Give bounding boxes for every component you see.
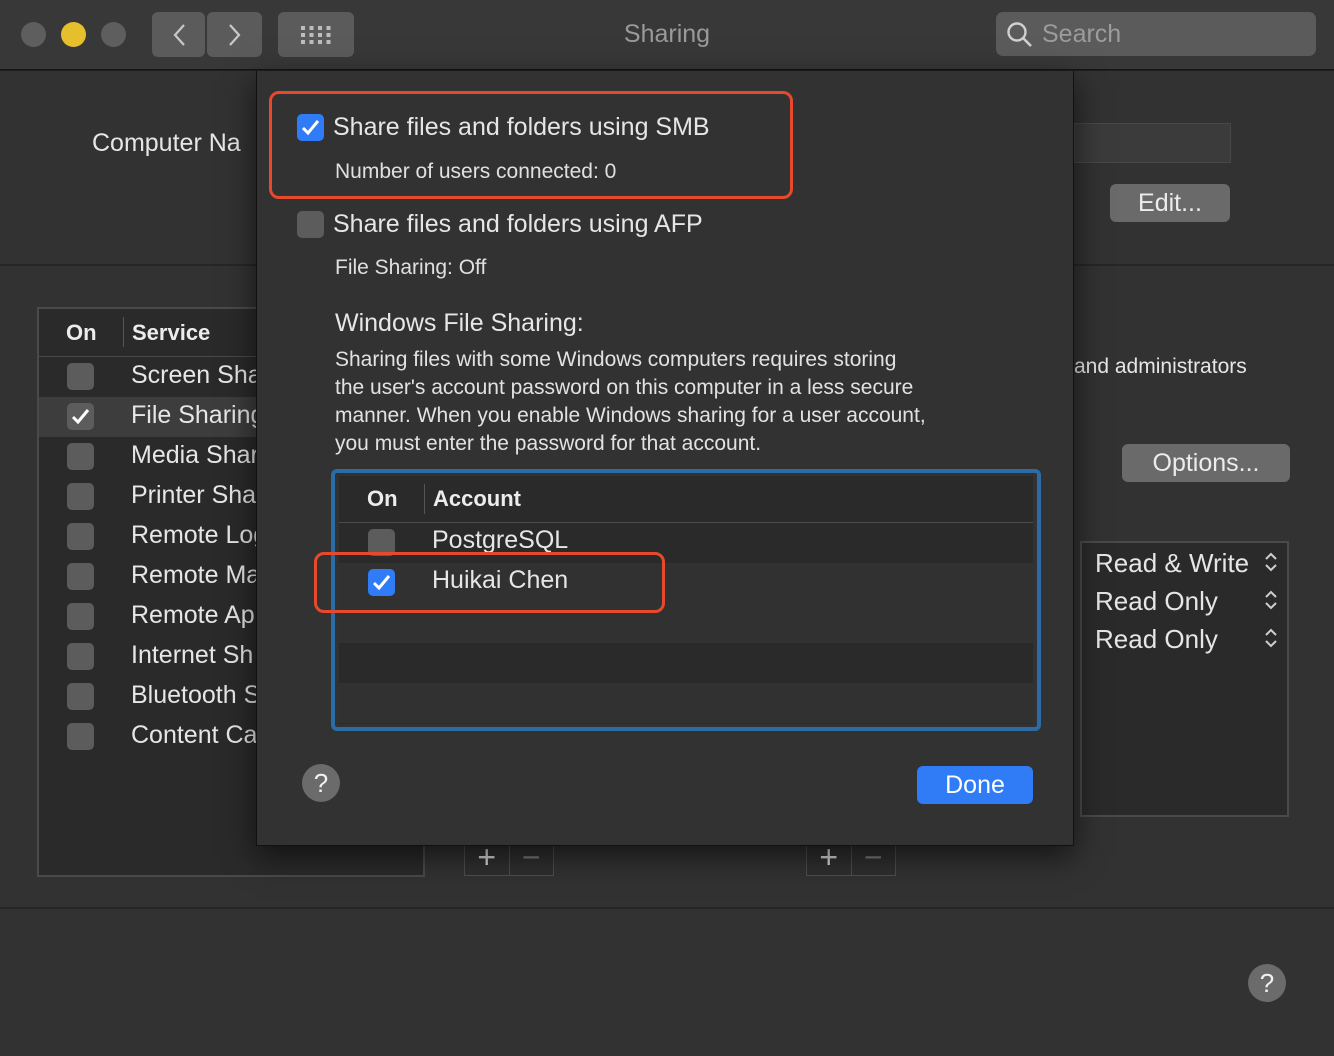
access-description-text: and administrators: [1074, 355, 1247, 378]
search-placeholder: Search: [1042, 20, 1122, 48]
service-checkbox[interactable]: [67, 443, 94, 470]
popup-stepper-icon: [1265, 552, 1277, 572]
service-label: Printer Sha: [131, 481, 257, 509]
service-label: File Sharing: [131, 401, 265, 429]
service-label: Content Ca: [131, 721, 258, 749]
service-label: Remote Log: [131, 521, 268, 549]
permission-popup[interactable]: Read Only: [1095, 586, 1218, 617]
service-label: Remote Ma: [131, 561, 261, 589]
computer-name-field[interactable]: [1074, 123, 1231, 163]
service-checkbox[interactable]: [67, 683, 94, 710]
service-label: Screen Sha: [131, 361, 262, 389]
permissions-list: Read & Write Read Only Read Only: [1080, 541, 1289, 817]
windows-sharing-description: Sharing files with some Windows computer…: [335, 346, 1015, 458]
help-button[interactable]: ?: [302, 764, 340, 802]
description-line: you must enter the password for that acc…: [335, 432, 762, 455]
description-line: manner. When you enable Windows sharing …: [335, 404, 926, 427]
service-checkbox[interactable]: [67, 363, 94, 390]
windows-sharing-heading: Windows File Sharing:: [335, 309, 584, 337]
afp-label[interactable]: Share files and folders using AFP: [333, 210, 703, 239]
done-button[interactable]: Done: [917, 766, 1033, 804]
options-button[interactable]: Options...: [1122, 444, 1290, 482]
column-header-on[interactable]: On: [66, 320, 97, 346]
service-label: Media Shar: [131, 441, 259, 469]
computer-name-label: Computer Na: [92, 129, 241, 157]
service-label: Remote Ap: [131, 601, 255, 629]
edit-button[interactable]: Edit...: [1110, 184, 1230, 222]
service-label: Bluetooth S: [131, 681, 261, 709]
service-checkbox[interactable]: [67, 643, 94, 670]
service-checkbox[interactable]: [67, 603, 94, 630]
smb-label[interactable]: Share files and folders using SMB: [333, 113, 710, 142]
service-checkbox[interactable]: [67, 403, 94, 430]
smb-checkbox[interactable]: [297, 114, 324, 141]
help-button[interactable]: ?: [1248, 964, 1286, 1002]
checkmark-icon: [71, 409, 90, 425]
checkmark-icon: [301, 120, 320, 136]
description-line: Sharing files with some Windows computer…: [335, 348, 897, 371]
service-checkbox[interactable]: [67, 723, 94, 750]
smb-users-connected: Number of users connected: 0: [335, 160, 617, 183]
title-bar: Sharing Search: [0, 0, 1334, 70]
column-divider: [123, 317, 124, 347]
divider: [0, 907, 1334, 909]
service-checkbox[interactable]: [67, 523, 94, 550]
popup-stepper-icon: [1265, 590, 1277, 610]
search-icon: [1007, 22, 1032, 47]
search-field[interactable]: Search: [996, 12, 1316, 56]
permission-popup[interactable]: Read Only: [1095, 624, 1218, 655]
column-header-service[interactable]: Service: [132, 320, 210, 346]
permission-popup[interactable]: Read & Write: [1095, 548, 1249, 579]
popup-stepper-icon: [1265, 628, 1277, 648]
service-label: Internet Sh: [131, 641, 254, 669]
service-checkbox[interactable]: [67, 563, 94, 590]
description-line: the user's account password on this comp…: [335, 376, 914, 399]
account-highlight-box: [314, 552, 665, 613]
afp-status: File Sharing: Off: [335, 256, 487, 279]
afp-checkbox[interactable]: [297, 211, 324, 238]
service-checkbox[interactable]: [67, 483, 94, 510]
file-sharing-options-sheet: Share files and folders using SMB Number…: [256, 71, 1074, 846]
